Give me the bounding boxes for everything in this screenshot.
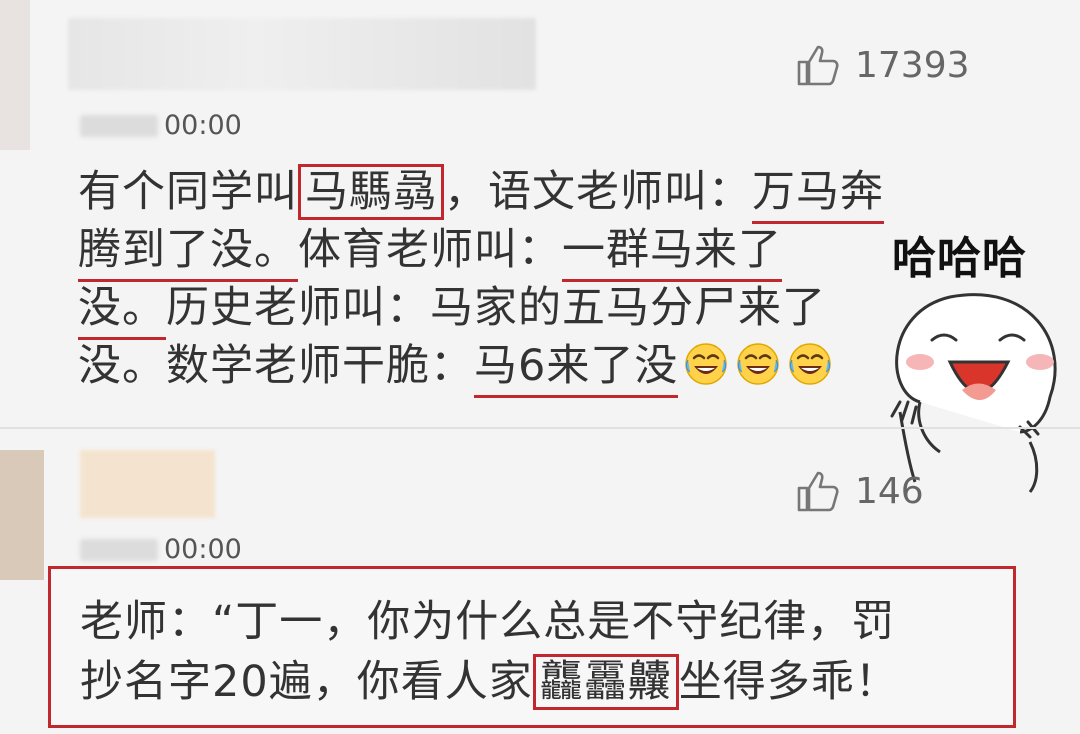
comment-line: 老师：“丁一，你为什么总是不守纪律，罚 xyxy=(80,597,896,647)
laugh-cry-emoji-icon xyxy=(786,340,834,388)
emoji-group xyxy=(678,341,834,391)
laugh-cry-emoji-icon xyxy=(734,340,782,388)
highlight-underline: 万马奔 xyxy=(752,167,884,224)
comment-time: 00:00 xyxy=(164,534,242,565)
comment-time: 00:00 xyxy=(164,110,242,141)
highlight-box: 龘靐齉 xyxy=(532,654,679,710)
thumbs-up-icon xyxy=(795,42,841,88)
comment-text: 有个同学叫 马騳骉 ，语文老师叫：万马奔 腾到了没。体育老师叫：一群马来了 没。历史… xyxy=(78,163,884,398)
like-count: 17393 xyxy=(855,44,970,86)
highlight-underline: 腾到了没。 xyxy=(78,225,298,282)
highlight-box: 马騳骉 xyxy=(298,164,444,220)
comment-time-row: 00:00 xyxy=(80,110,242,141)
like-button[interactable]: 17393 xyxy=(795,42,970,88)
highlight-underline: 马6来了没 xyxy=(474,341,679,398)
comment-time-row: 00:00 xyxy=(80,534,242,565)
avatar[interactable] xyxy=(0,0,30,150)
thumbs-up-icon xyxy=(795,468,841,514)
like-button[interactable]: 146 xyxy=(795,468,924,514)
username-blurred[interactable] xyxy=(80,450,215,518)
highlight-underline: 一群马来了 xyxy=(562,225,782,282)
date-blurred xyxy=(80,114,158,137)
like-count: 146 xyxy=(855,470,924,512)
comment-text: 老师：“丁一，你为什么总是不守纪律，罚 抄名字20遍，你看人家 龘靐齉 坐得多乖！ xyxy=(80,592,899,712)
sticker-caption: 哈哈哈 xyxy=(892,233,1027,284)
date-blurred xyxy=(80,538,158,561)
avatar[interactable] xyxy=(0,450,44,580)
comment-divider xyxy=(0,427,1080,429)
comment-line: 腾到了没。体育老师叫：一群马来了 xyxy=(78,221,884,282)
highlight-underline: 没。 xyxy=(78,283,166,340)
comment-line: 没。历史老师叫：马家的五马分尸来了 xyxy=(78,279,884,340)
comment-line: 没。数学老师干脆：马6来了没 xyxy=(78,337,884,398)
comment-line: 有个同学叫 马騳骉 ，语文老师叫：万马奔 xyxy=(78,163,884,224)
username-blurred[interactable] xyxy=(68,18,536,90)
laugh-cry-emoji-icon xyxy=(682,340,730,388)
comment-line: 抄名字20遍，你看人家 龘靐齉 坐得多乖！ xyxy=(80,652,899,712)
